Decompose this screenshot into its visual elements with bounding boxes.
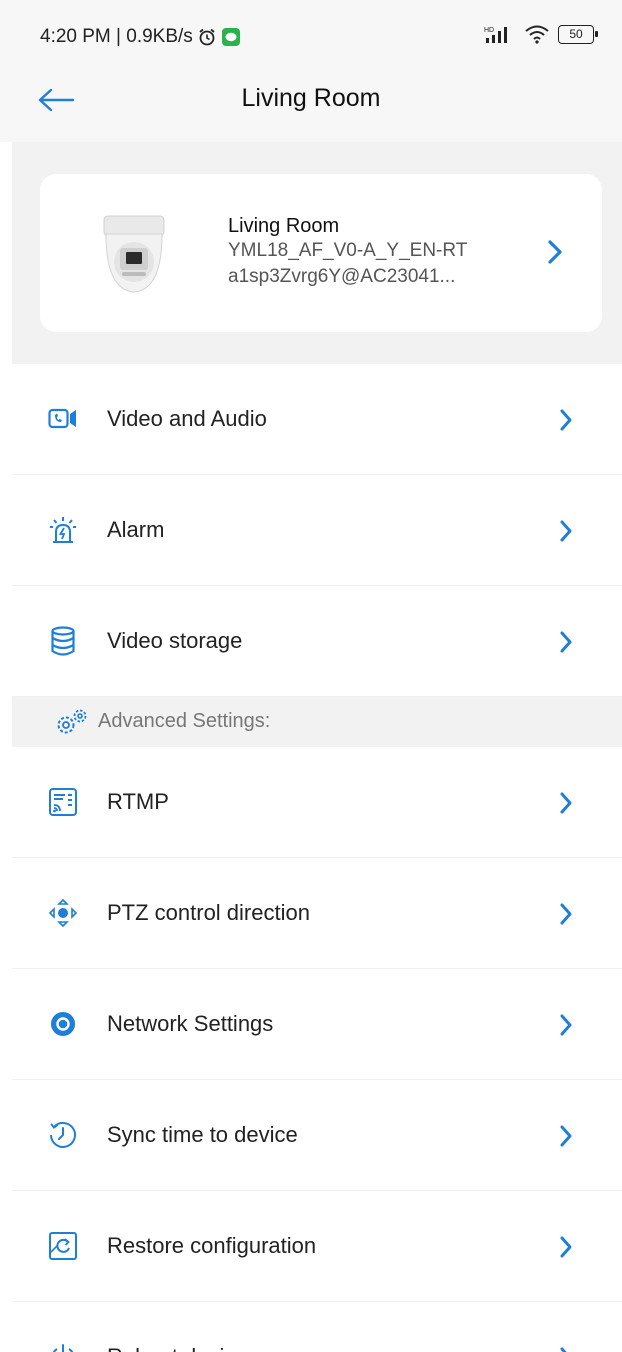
device-info: Living Room YML18_AF_V0-A_Y_EN-RT a1sp3Z… (228, 214, 528, 290)
battery-icon: 50 (558, 24, 598, 44)
menu-item-video-storage[interactable]: Video storage (12, 586, 622, 697)
chevron-right-icon (560, 631, 572, 653)
rtmp-icon (48, 787, 78, 817)
camera-thumbnail (103, 215, 165, 293)
menu-item-label: Network Settings (107, 1011, 274, 1036)
chevron-right-icon (560, 792, 572, 814)
chevron-right-icon (560, 1014, 572, 1036)
chevron-right-icon (560, 520, 572, 542)
device-model: YML18_AF_V0-A_Y_EN-RT (228, 240, 468, 261)
settings-menu: Video and Audio Alarm Video storage Adva… (12, 364, 622, 1352)
chevron-right-icon (548, 240, 562, 264)
menu-item-ptz-control-direction[interactable]: PTZ control direction (12, 858, 622, 969)
ptz-icon (48, 898, 78, 928)
video-audio-icon (48, 404, 78, 434)
network-settings-icon (48, 1009, 78, 1039)
wifi-icon (525, 25, 549, 44)
restore-icon (48, 1231, 78, 1261)
svg-text:HD: HD (484, 27, 494, 34)
status-time: 4:20 PM | 0.9KB/s (40, 26, 193, 47)
chat-app-icon (221, 28, 240, 46)
chevron-right-icon (560, 409, 572, 431)
menu-item-label: Alarm (107, 517, 165, 542)
sync-time-icon (48, 1120, 78, 1150)
menu-item-network-settings[interactable]: Network Settings (12, 969, 622, 1080)
gears-icon (57, 709, 87, 734)
menu-item-label: Video and Audio (107, 406, 267, 431)
device-id: a1sp3Zvrg6Y@AC23041... (228, 266, 456, 287)
menu-item-reboot-device[interactable]: Reboot device (12, 1302, 622, 1352)
chevron-right-icon (560, 1125, 572, 1147)
status-time-group: 4:20 PM | 0.9KB/s (40, 26, 241, 48)
storage-icon (48, 626, 78, 656)
battery-level: 50 (569, 27, 583, 41)
device-section: Living Room YML18_AF_V0-A_Y_EN-RT a1sp3Z… (12, 142, 622, 364)
advanced-settings-header: Advanced Settings: (12, 697, 622, 747)
status-bar: 4:20 PM | 0.9KB/s HD 50 (0, 0, 622, 72)
device-settings-page: 4:20 PM | 0.9KB/s HD 50 Living Room Livi… (0, 0, 622, 1352)
page-title: Living Room (241, 84, 381, 112)
menu-item-restore-configuration[interactable]: Restore configuration (12, 1191, 622, 1302)
menu-item-label: PTZ control direction (107, 900, 310, 925)
chevron-right-icon (560, 1236, 572, 1258)
menu-item-label: Sync time to device (107, 1122, 298, 1147)
menu-item-video-and-audio[interactable]: Video and Audio (12, 364, 622, 475)
menu-item-alarm[interactable]: Alarm (12, 475, 622, 586)
device-card[interactable]: Living Room YML18_AF_V0-A_Y_EN-RT a1sp3Z… (40, 174, 602, 332)
chevron-right-icon (560, 903, 572, 925)
menu-item-label: Restore configuration (107, 1233, 317, 1258)
chevron-right-icon (560, 1347, 567, 1352)
menu-item-label: Video storage (107, 628, 243, 653)
menu-item-rtmp[interactable]: RTMP (12, 747, 622, 858)
alarm-icon (48, 515, 78, 545)
signal-icon: HD (484, 27, 507, 43)
alarm-clock-icon (199, 28, 215, 46)
reboot-icon (48, 1342, 78, 1352)
menu-item-label: RTMP (107, 789, 169, 814)
header: Living Room (0, 72, 622, 142)
menu-item-label: Reboot device (107, 1342, 248, 1352)
advanced-settings-label: Advanced Settings: (98, 710, 271, 732)
device-name: Living Room (228, 215, 340, 237)
status-indicators: HD 50 (484, 24, 598, 44)
menu-item-sync-time[interactable]: Sync time to device (12, 1080, 622, 1191)
